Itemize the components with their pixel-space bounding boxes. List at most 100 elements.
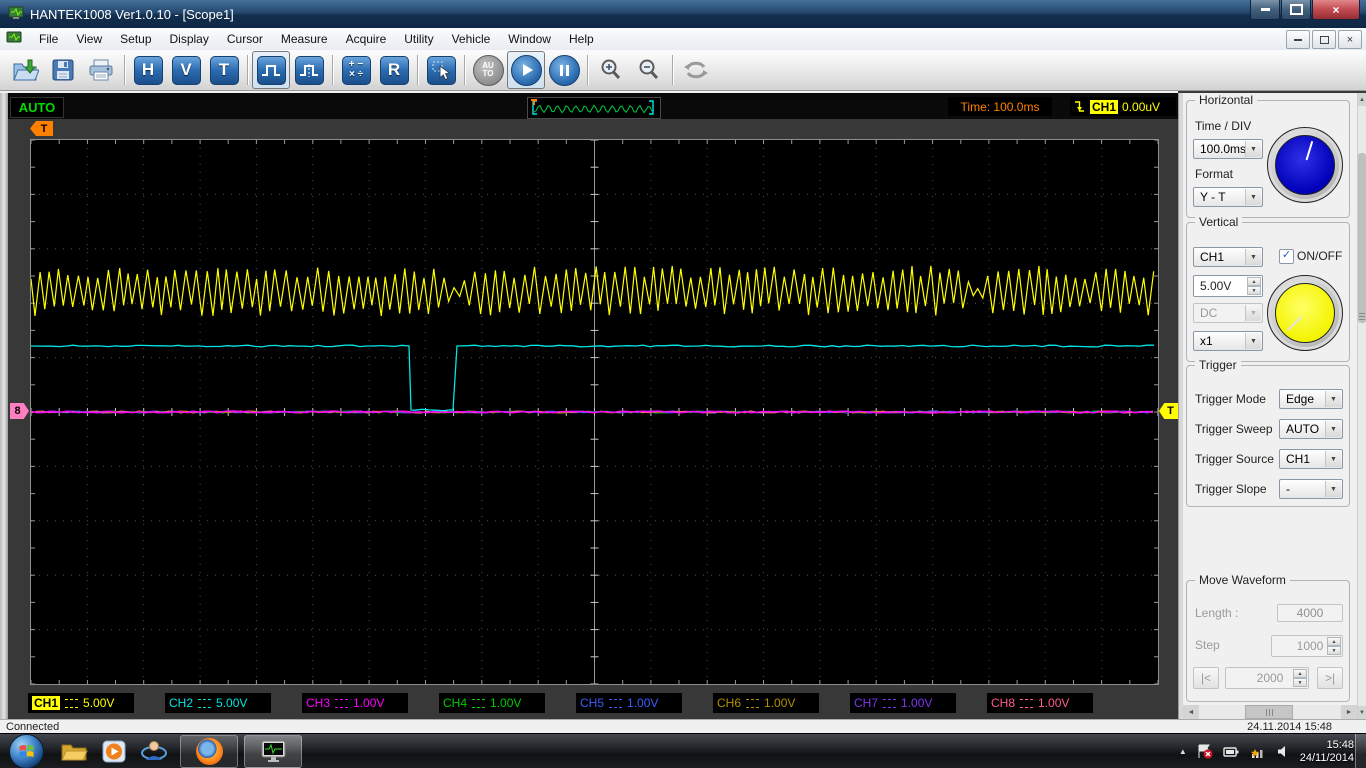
scrollbar-thumb[interactable] (1358, 153, 1366, 323)
waveform-normal-button[interactable] (252, 51, 290, 89)
trigger-panel-button[interactable]: T (205, 51, 243, 89)
battery-icon[interactable] (1223, 744, 1240, 759)
taskbar-firefox-button[interactable] (180, 735, 238, 768)
menu-display[interactable]: Display (161, 29, 218, 49)
reference-button[interactable]: R (375, 51, 413, 89)
autoset-button[interactable]: AUTO (469, 51, 507, 89)
trigger-slope-select[interactable]: - ▼ (1279, 479, 1343, 499)
mdi-close-button[interactable]: × (1338, 30, 1362, 49)
left-scrollbar-strip[interactable] (0, 93, 8, 719)
start-button[interactable] (9, 734, 44, 768)
spin-down-icon[interactable]: ▼ (1247, 286, 1261, 295)
dropdown-arrow-icon: ▼ (1245, 141, 1261, 157)
action-center-icon[interactable] (1196, 743, 1214, 760)
vertical-panel-button[interactable]: V (167, 51, 205, 89)
window-title: HANTEK1008 Ver1.0.10 - [Scope1] (30, 7, 234, 22)
scroll-left-icon[interactable]: ◄ (1183, 705, 1199, 719)
dropdown-arrow-icon: ▼ (1245, 305, 1261, 321)
scrollbar-thumb[interactable] (1245, 705, 1293, 719)
explorer-folder-icon (60, 739, 88, 763)
maximize-button[interactable] (1281, 0, 1311, 20)
refresh-button[interactable] (677, 51, 715, 89)
time-div-select[interactable]: 100.0ms ▼ (1193, 139, 1263, 159)
system-tray: ▲ 15:48 24/11/2014 (1179, 734, 1354, 768)
zoom-out-icon (636, 57, 662, 83)
horizontal-group: Horizontal Time / DIV 100.0ms ▼ Format Y… (1186, 100, 1350, 218)
oscilloscope-plot[interactable] (30, 139, 1159, 685)
speaker-icon[interactable] (1276, 744, 1291, 759)
menu-measure[interactable]: Measure (272, 29, 337, 49)
scroll-up-icon[interactable]: ▲ (1358, 93, 1366, 106)
channel-label-ch1[interactable]: CH1 5.00V (28, 693, 134, 713)
channel-label-ch6[interactable]: CH6 1.00V (713, 693, 819, 713)
format-select[interactable]: Y - T ▼ (1193, 187, 1263, 207)
vertical-channel-select[interactable]: CH1 ▼ (1193, 247, 1263, 267)
open-button[interactable] (6, 51, 44, 89)
volts-div-spinner[interactable]: 5.00V ▲ ▼ (1193, 275, 1263, 297)
spinner-buttons[interactable]: ▲ ▼ (1247, 277, 1261, 295)
math-button[interactable]: + − × ÷ (337, 51, 375, 89)
channel-label-ch5[interactable]: CH5 1.00V (576, 693, 682, 713)
waveform-reference-button[interactable] (290, 51, 328, 89)
scroll-right-icon[interactable]: ► (1341, 705, 1357, 719)
menu-window[interactable]: Window (499, 29, 560, 49)
taskbar-media-player-button[interactable] (94, 735, 134, 768)
spin-down-icon: ▼ (1327, 646, 1341, 655)
save-button[interactable] (44, 51, 82, 89)
trigger-sweep-select[interactable]: AUTO ▼ (1279, 419, 1343, 439)
zoom-out-button[interactable] (630, 51, 668, 89)
close-button[interactable]: × (1312, 0, 1360, 20)
probe-select[interactable]: x1 ▼ (1193, 331, 1263, 351)
show-desktop-button[interactable] (1355, 734, 1366, 768)
taskbar-assistant-button[interactable] (134, 735, 174, 768)
maximize-icon (1290, 4, 1303, 15)
timebase-knob[interactable] (1267, 127, 1343, 203)
mdi-restore-button[interactable] (1312, 30, 1336, 49)
channel-label-ch8[interactable]: CH8 1.00V (987, 693, 1093, 713)
menu-vehicle[interactable]: Vehicle (443, 29, 500, 49)
channel-onoff-checkbox[interactable]: ✓ (1279, 249, 1294, 264)
menu-view[interactable]: View (67, 29, 111, 49)
zoom-in-button[interactable] (592, 51, 630, 89)
trigger-mode-select[interactable]: Edge ▼ (1279, 389, 1343, 409)
menu-cursor[interactable]: Cursor (218, 29, 272, 49)
minimize-button[interactable] (1250, 0, 1280, 20)
channel-name: CH2 (169, 696, 193, 710)
timebase-indicator: Time: 100.0ms (948, 97, 1052, 116)
trigger-level-marker[interactable]: T (1159, 403, 1178, 419)
channel-label-ch4[interactable]: CH4 1.00V (439, 693, 545, 713)
menu-setup[interactable]: Setup (111, 29, 160, 49)
cursor-measure-button[interactable] (422, 51, 460, 89)
vertical-position-knob[interactable] (1267, 275, 1343, 351)
mdi-minimize-button[interactable] (1286, 30, 1310, 49)
taskbar-clock[interactable]: 15:48 24/11/2014 (1300, 739, 1354, 765)
run-button[interactable] (507, 51, 545, 89)
length-field: 4000 (1277, 604, 1343, 622)
channel-label-ch2[interactable]: CH2 5.00V (165, 693, 271, 713)
tray-expand-icon[interactable]: ▲ (1179, 747, 1187, 756)
panel-vertical-scrollbar[interactable]: ▲ ▼ (1357, 93, 1366, 719)
trigger-time-marker[interactable]: T (30, 121, 53, 136)
pause-button[interactable] (545, 51, 583, 89)
taskbar-hantek-button[interactable] (244, 735, 302, 768)
channel-label-ch7[interactable]: CH7 1.00V (850, 693, 956, 713)
horizontal-panel-button[interactable]: H (129, 51, 167, 89)
print-button[interactable] (82, 51, 120, 89)
waveform-position-preview[interactable] (527, 97, 661, 119)
menu-acquire[interactable]: Acquire (337, 29, 396, 49)
onoff-label: ON/OFF (1297, 249, 1342, 263)
spin-up-icon[interactable]: ▲ (1247, 277, 1261, 286)
taskbar-explorer-button[interactable] (54, 735, 94, 768)
menu-help[interactable]: Help (560, 29, 603, 49)
v-letter-icon: V (180, 60, 191, 80)
channel8-position-marker[interactable]: 8 (10, 403, 29, 419)
panel-horizontal-scrollbar[interactable]: ◄ ► (1183, 705, 1357, 719)
group-title: Trigger (1195, 358, 1241, 372)
scroll-down-icon[interactable]: ▼ (1358, 706, 1366, 719)
network-icon[interactable] (1249, 744, 1267, 760)
menu-file[interactable]: File (30, 29, 67, 49)
spin-up-icon: ▲ (1327, 637, 1341, 646)
trigger-source-select[interactable]: CH1 ▼ (1279, 449, 1343, 469)
channel-label-ch3[interactable]: CH3 1.00V (302, 693, 408, 713)
menu-utility[interactable]: Utility (395, 29, 442, 49)
